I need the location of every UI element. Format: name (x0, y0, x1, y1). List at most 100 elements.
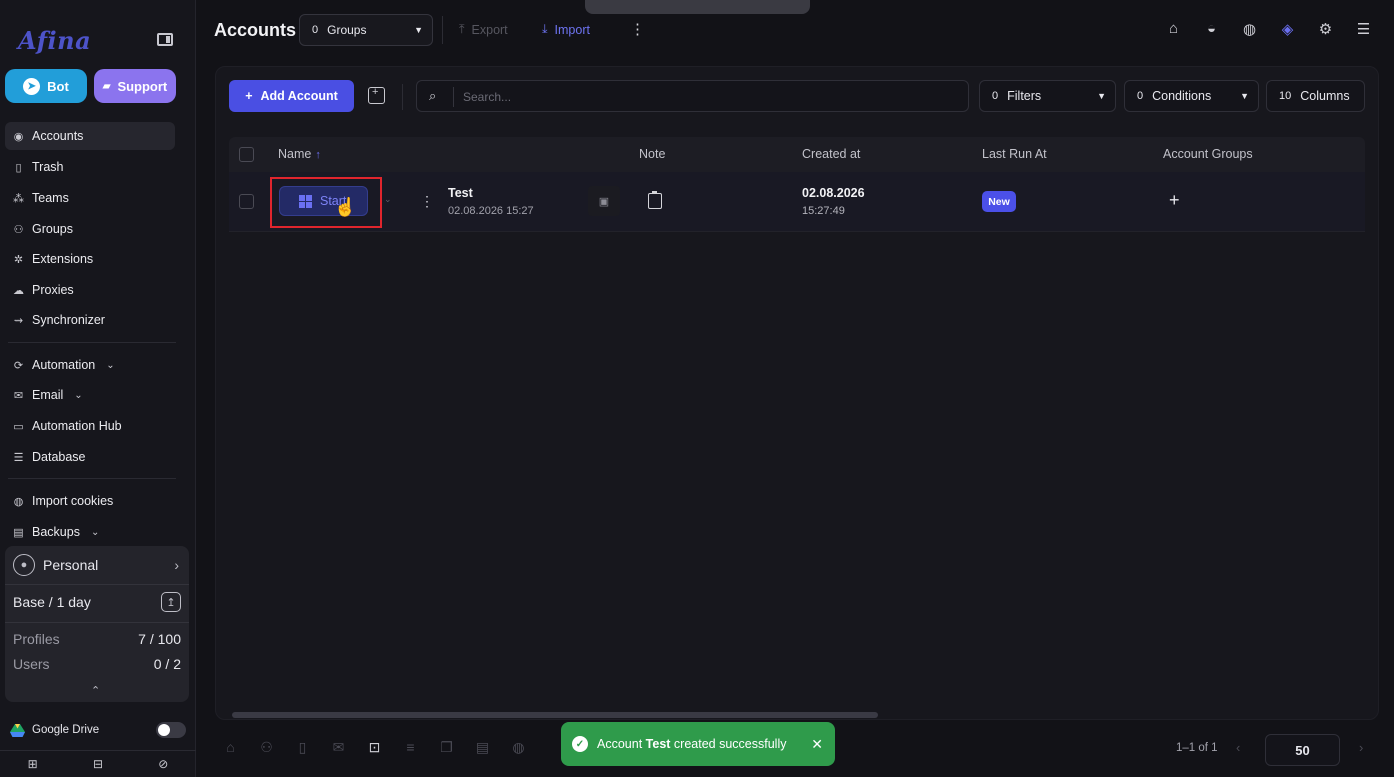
google-drive-toggle[interactable] (156, 722, 186, 738)
users-stat: Users 0 / 2 (13, 656, 181, 672)
globe-icon[interactable]: ◍ (1240, 20, 1259, 38)
column-header-created-at[interactable]: Created at (802, 147, 860, 161)
sidebar-item-label: Email (32, 388, 64, 402)
sidebar-item-email[interactable]: ✉ Email ⌄ (5, 381, 175, 409)
sidebar-item-proxies[interactable]: ☁ Proxies (5, 276, 175, 304)
copy-icon[interactable]: ❐ (437, 739, 456, 756)
tag-icon[interactable]: ⌂ (1164, 20, 1183, 38)
users-value: 0 / 2 (153, 656, 181, 672)
import-button[interactable]: ⤓ Import (542, 22, 590, 37)
page-title: Accounts (214, 20, 297, 40)
sidebar-item-label: Trash (32, 160, 64, 174)
settings-icon[interactable]: ⚙ (1316, 20, 1335, 38)
user-circle-icon: ◉ (13, 130, 24, 143)
toolbar-divider (402, 84, 403, 110)
caret-down-icon: ▼ (414, 25, 423, 35)
close-icon[interactable]: ✕ (811, 736, 823, 753)
groups-select[interactable]: 0 Groups ▼ (299, 14, 433, 46)
bulk-actions-bar: ⌂ ⚇ ▯ ✉ ⊡ ≡ ❐ ▤ ◍ (221, 739, 528, 756)
sidebar-item-groups[interactable]: ⚇ Groups (5, 215, 175, 243)
export-label: Export (471, 22, 508, 37)
file-icon[interactable]: ▯ (293, 739, 312, 756)
select-all-checkbox[interactable] (239, 147, 254, 162)
column-header-name[interactable]: Name ↑ (278, 147, 321, 161)
tag-icon[interactable]: ⌂ (221, 739, 240, 756)
workspace-name: Personal (43, 557, 99, 573)
bot-button[interactable]: ➤ Bot (5, 69, 87, 103)
conditions-select[interactable]: 0 Conditions ▼ (1124, 80, 1259, 112)
search-box: ⌕ (416, 80, 969, 112)
clipboard-icon[interactable]: ▤ (473, 739, 492, 756)
layout-icon[interactable]: ☰ (1354, 20, 1373, 38)
pagination-info: 1–1 of 1 (1176, 742, 1218, 754)
row-checkbox[interactable] (239, 194, 254, 209)
browser-icon[interactable]: ◒ (1202, 20, 1221, 38)
filters-label: Filters (1007, 89, 1042, 103)
upgrade-icon[interactable]: ↥ (161, 592, 181, 612)
sort-up-icon: ↑ (315, 149, 321, 161)
folder-add-icon[interactable]: ⊞ (28, 757, 38, 771)
sidebar-item-backups[interactable]: ▤ Backups ⌄ (5, 518, 175, 546)
sidebar-item-trash[interactable]: ▯ Trash (5, 153, 175, 181)
column-header-note[interactable]: Note (639, 147, 665, 161)
hand-cursor-icon: ☝ (334, 197, 357, 217)
search-icon: ⌕ (429, 88, 437, 103)
table-row[interactable] (229, 172, 1365, 232)
discord-icon: ▰ (102, 80, 111, 92)
profiles-value: 7 / 100 (138, 631, 181, 647)
sidebar-item-automation-hub[interactable]: ▭ Automation Hub (5, 412, 175, 440)
column-header-account-groups[interactable]: Account Groups (1163, 147, 1253, 161)
chevron-down-icon[interactable]: ⌄ (384, 194, 392, 205)
sidebar-item-teams[interactable]: ⁂ Teams (5, 184, 175, 212)
columns-label: Columns (1300, 89, 1350, 103)
horizontal-scrollbar[interactable] (232, 712, 878, 718)
row-more-icon[interactable]: ⋮ (420, 193, 434, 210)
column-header-last-run-at[interactable]: Last Run At (982, 147, 1047, 161)
folder-import-icon[interactable]: ⊟ (93, 757, 103, 771)
users-icon[interactable]: ⚇ (257, 739, 276, 756)
add-group-icon[interactable]: + (1169, 190, 1180, 211)
bulk-add-icon[interactable] (368, 86, 385, 104)
page-size-input[interactable]: 50 (1265, 734, 1340, 766)
support-label: Support (117, 78, 168, 94)
chevron-right-icon[interactable]: › (1359, 740, 1363, 755)
add-account-button[interactable]: + Add Account (229, 80, 354, 112)
sidebar-item-accounts[interactable]: ◉ Accounts (5, 122, 175, 150)
google-drive-icon (10, 724, 25, 737)
clipboard-icon[interactable] (648, 191, 662, 209)
sidebar-item-automation[interactable]: ⟳ Automation ⌄ (5, 351, 175, 379)
eye-off-icon[interactable]: ⊘ (158, 757, 168, 771)
table-header: Name ↑ Note Created at Last Run At Accoun… (229, 137, 1365, 172)
search-divider (453, 87, 454, 107)
sidebar-item-database[interactable]: ☰ Database (5, 443, 175, 471)
collapse-sidebar-icon[interactable] (157, 33, 173, 46)
chevron-down-icon: ⌄ (74, 389, 83, 401)
add-account-label: Add Account (260, 89, 338, 103)
column-header-label: Name (278, 147, 312, 161)
chevron-up-icon[interactable]: ⌃ (91, 684, 100, 697)
filters-select[interactable]: 0 Filters ▼ (979, 80, 1116, 112)
cookie-icon[interactable]: ◍ (509, 739, 528, 756)
plan-divider (5, 584, 189, 585)
export-button[interactable]: ⤒ Export (459, 22, 508, 37)
columns-button[interactable]: 10 Columns (1266, 80, 1365, 112)
mail-icon[interactable]: ✉ (329, 739, 348, 756)
search-input[interactable] (463, 87, 953, 107)
sidebar-item-label: Synchronizer (32, 313, 105, 327)
sidebar-item-import-cookies[interactable]: ◍ Import cookies (5, 487, 175, 515)
support-button[interactable]: ▰ Support (94, 69, 176, 103)
inbox-icon[interactable]: ⊡ (365, 739, 384, 756)
puzzle-icon: ✲ (13, 253, 24, 266)
filters-count: 0 (992, 90, 999, 102)
more-vertical-icon[interactable]: ⋮ (630, 20, 645, 38)
copy-icon[interactable]: ▣ (588, 186, 620, 216)
bot-icon[interactable]: ◈ (1278, 20, 1297, 38)
sidebar-item-synchronizer[interactable]: ⇝ Synchronizer (5, 306, 175, 334)
chevron-left-icon[interactable]: ‹ (1236, 740, 1240, 755)
conditions-count: 0 (1137, 90, 1144, 102)
cloud-icon: ☁ (13, 284, 24, 297)
account-name[interactable]: Test (448, 186, 473, 200)
list-add-icon[interactable]: ≡ (401, 739, 420, 756)
sidebar-item-extensions[interactable]: ✲ Extensions (5, 245, 175, 273)
workspace-switcher[interactable]: ● Personal › (5, 546, 189, 584)
